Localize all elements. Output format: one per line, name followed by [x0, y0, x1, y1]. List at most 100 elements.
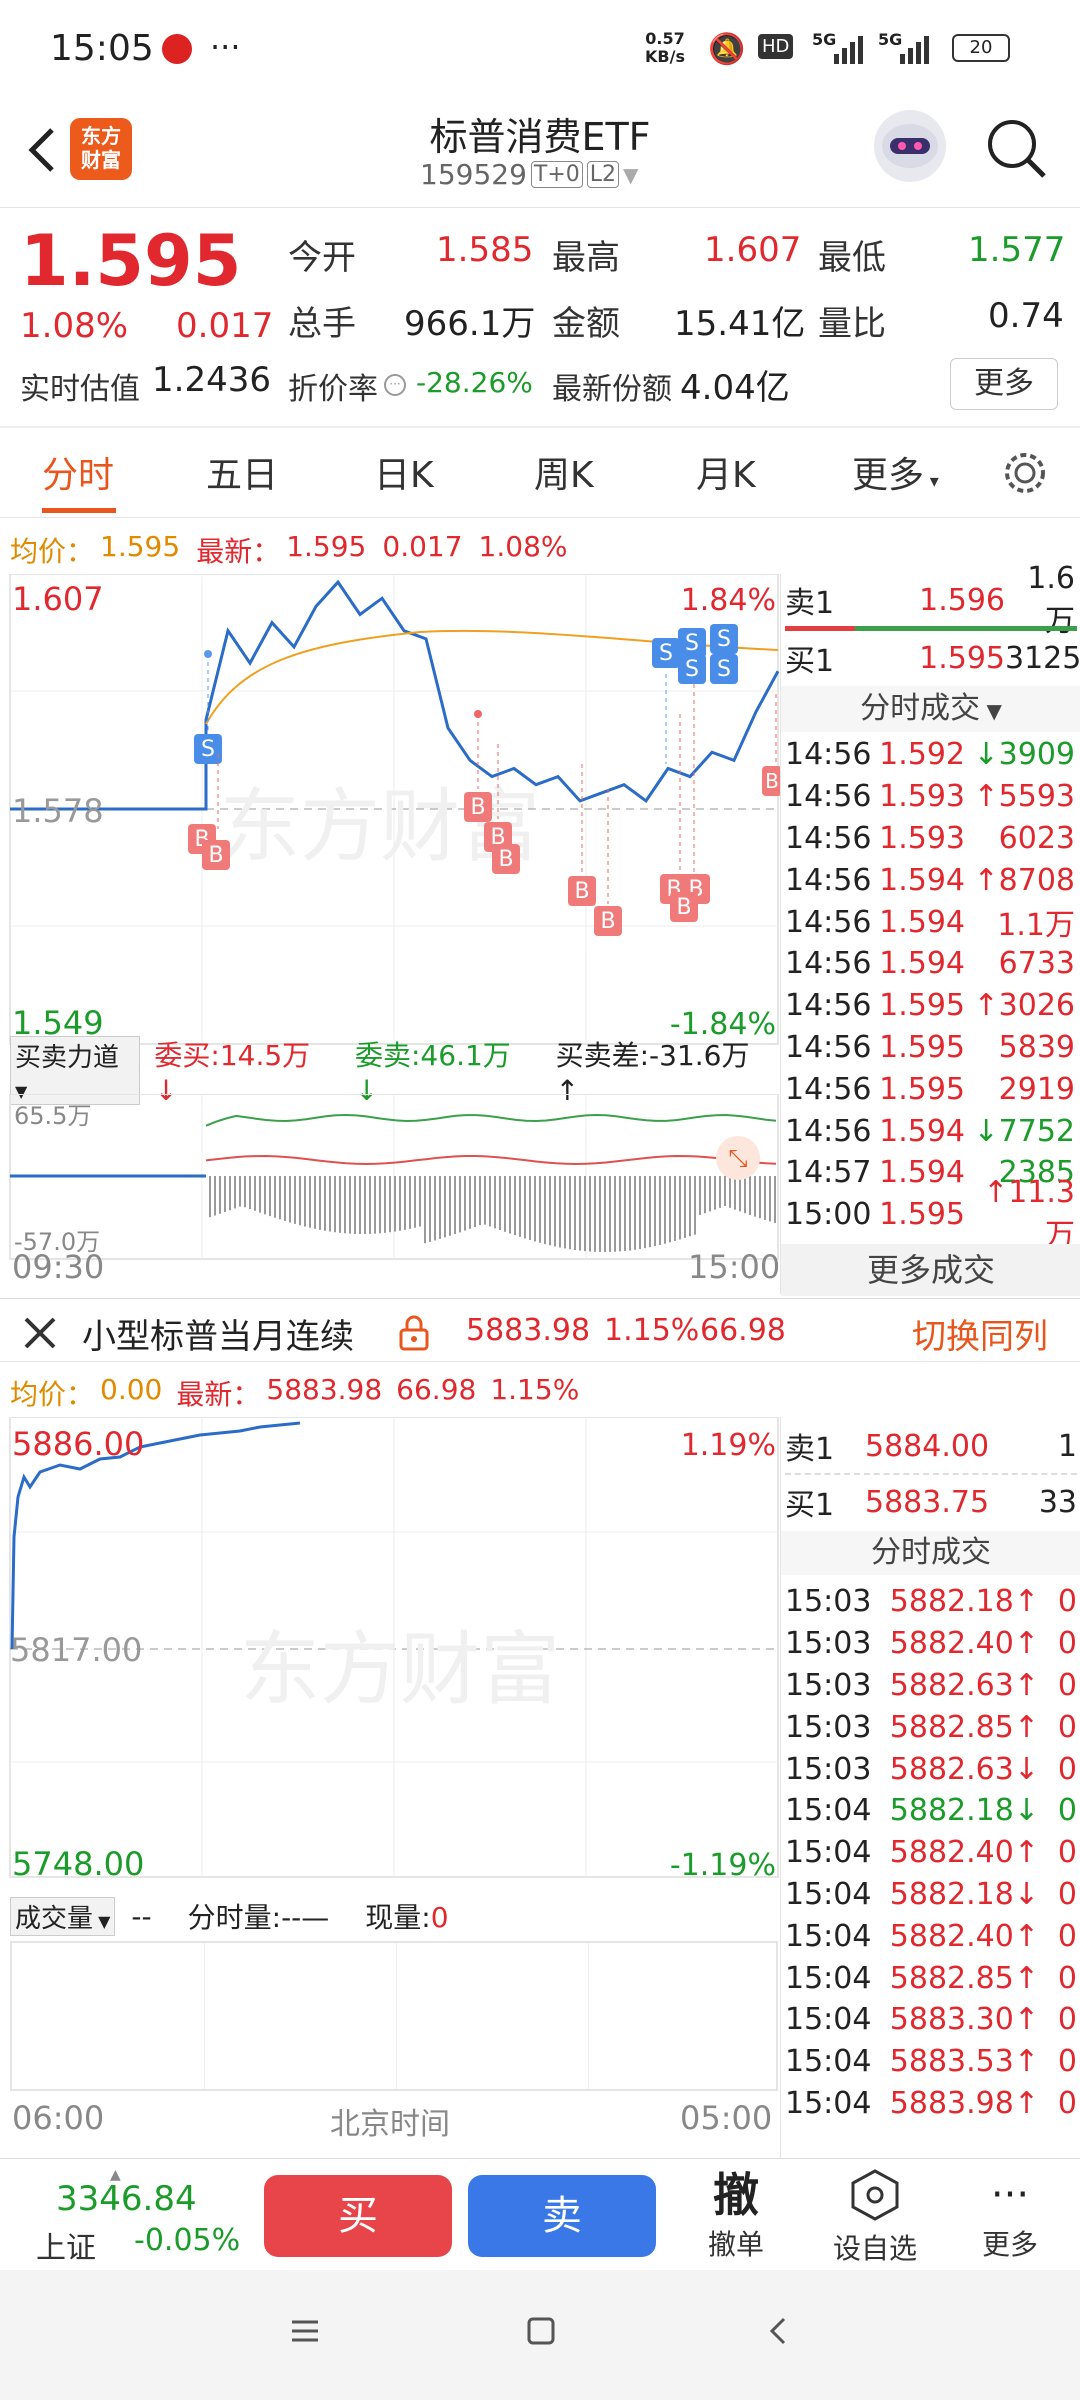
trade-price: 1.595 [879, 1029, 965, 1065]
trade-time: 14:56 [785, 946, 872, 982]
trade-row: 14:56 1.595 2919 [785, 1068, 1080, 1110]
trade-volume: 5839 [998, 1029, 1075, 1065]
pct-high-label: 1.84% [681, 583, 776, 618]
volume-dropdown-label: 成交量 [15, 1903, 94, 1934]
trade-row: 15:03 5882.85↑ 0 [785, 1706, 1080, 1748]
trade-row: 15:04 5883.30↑ 0 [785, 1999, 1080, 2041]
buy-button[interactable]: 买 [264, 2175, 452, 2257]
expand-icon: ⤡ [728, 1144, 747, 1172]
trade-row: 14:56 1.592 ↓3909 [785, 734, 1080, 776]
futures-name: 小型标普当月连续 [82, 1317, 354, 1357]
search-button[interactable] [982, 114, 1052, 184]
trade-row: 15:03 5882.40↑ 0 [785, 1623, 1080, 1665]
buy1-row[interactable]: 买1 1.595 3125 [785, 632, 1080, 684]
trade-price: 1.594 [879, 1155, 965, 1191]
trade-price: 5883.98↑ [889, 2085, 1039, 2121]
trade-price: 1.595 [879, 1197, 965, 1233]
trade-volume: 0 [1057, 2085, 1077, 2121]
back-icon [769, 2317, 786, 2345]
index-value: 3346.84 [56, 2179, 197, 2219]
trade-row: 14:56 1.593 6023 [785, 818, 1080, 860]
wei-sell-value: 委卖:46.1万 [355, 1038, 511, 1072]
lock-icon [398, 1315, 430, 1351]
trade-price: 1.594 [879, 862, 965, 898]
y-mid-label: 1.578 [12, 792, 104, 830]
tab-more-label: 更多 [852, 455, 925, 496]
china-merchants-icon [162, 34, 192, 64]
estimate-value: 1.2436 [152, 360, 271, 400]
cancel-order-button[interactable]: 撤 撤单 [686, 2167, 786, 2263]
more-quote-button[interactable]: 更多 [950, 358, 1058, 410]
index-ticker[interactable]: ▲ 3346.84 上证 -0.05% [30, 2167, 250, 2266]
net-speed: 0.57 KB/s [645, 30, 685, 66]
active-tab-underline [42, 508, 116, 513]
net-speed-unit: KB/s [645, 47, 685, 66]
last-change: 0.017 [382, 530, 463, 563]
trade-row: 14:56 1.595 ↑3026 [785, 985, 1080, 1027]
code-row[interactable]: 159529 T+0 L2 ▼ [420, 158, 638, 191]
back-nav-button[interactable] [764, 2316, 794, 2346]
switch-button[interactable]: 切换同列 [912, 1309, 1048, 1358]
trade-price: 1.594 [879, 946, 965, 982]
volume-dropdown[interactable]: 成交量 ▼ [10, 1896, 116, 1936]
trades-header[interactable]: 分时成交 ▼ [781, 686, 1080, 732]
cancel-label: 撤单 [707, 2228, 764, 2261]
futures-pct: 1.15% [604, 1313, 700, 1348]
search-icon [988, 120, 1046, 178]
stock-code: 159529 [420, 158, 527, 191]
svg-text:B: B [676, 895, 691, 920]
tab-monthly-k[interactable]: 月K [696, 446, 756, 498]
robot-icon [882, 124, 938, 168]
cancel-icon: 撤 [713, 2168, 759, 2222]
settings-button[interactable] [1000, 448, 1050, 498]
trade-price: 5882.18↓ [889, 1876, 1039, 1912]
trade-price: 5882.63↑ [889, 1667, 1039, 1703]
robot-avatar[interactable] [874, 110, 946, 182]
tab-fenshi[interactable]: 分时 [42, 446, 114, 498]
futures-section: 小型标普当月连续 5883.98 1.15% 66.98 切换同列 均价： 0.… [0, 1298, 1080, 2159]
fut-buy1-vol: 33 [1038, 1484, 1077, 1520]
fen-label: 分时量: [187, 1901, 282, 1934]
open-label: 今开 [288, 238, 356, 278]
fut-buy1-row[interactable]: 买1 5883.75 33 [785, 1479, 1077, 1525]
trade-row: 15:03 5882.63↑ 0 [785, 1665, 1080, 1707]
fut-volume-chart [10, 1941, 778, 2091]
trade-time: 15:04 [785, 1918, 872, 1954]
menu-nav-button[interactable] [290, 2316, 320, 2346]
fut-last-value: 5883.98 [266, 1373, 383, 1406]
add-watchlist-button[interactable]: 设自选 [820, 2167, 930, 2267]
trade-time: 15:04 [785, 2044, 872, 2080]
futures-price-chart[interactable]: 东方财富 5886.00 5817.00 5748.00 1.19% -1.19… [0, 1417, 780, 1885]
trade-price: 5882.63↓ [889, 1751, 1039, 1787]
dots-icon[interactable]: ··· [384, 374, 406, 396]
fut-sell1-row[interactable]: 卖1 5884.00 1 [785, 1423, 1077, 1469]
trade-time: 14:56 [785, 1071, 872, 1107]
now-value: 0 [430, 1901, 449, 1934]
more-actions-button[interactable]: ··· 更多 [960, 2167, 1060, 2263]
home-nav-button[interactable] [526, 2316, 556, 2346]
net-speed-value: 0.57 [645, 29, 685, 48]
close-button[interactable] [20, 1313, 60, 1353]
tab-more[interactable]: 更多 ▾ [852, 446, 939, 498]
trade-price: 1.593 [879, 820, 965, 856]
tab-5day[interactable]: 五日 [206, 446, 278, 498]
diff-value: 买卖差:-31.6万 [555, 1038, 750, 1072]
sell-button[interactable]: 卖 [468, 2175, 656, 2257]
trade-time: 15:04 [785, 1835, 872, 1871]
trade-time: 14:56 [785, 779, 872, 815]
buy1-price: 1.595 [919, 640, 1005, 676]
tab-daily-k[interactable]: 日K [374, 446, 434, 498]
fut-pct-low: -1.19% [670, 1848, 776, 1883]
trade-time: 15:04 [785, 2085, 872, 2121]
l2-badge: L2 [586, 161, 620, 188]
shares-value: 4.04亿 [680, 368, 790, 408]
fut-time-mid: 北京时间 [330, 2107, 450, 2142]
more-trades-button[interactable]: 更多成交 [781, 1244, 1080, 1296]
force-dropdown-label: 买卖力道 [15, 1042, 120, 1073]
sell1-row[interactable]: 卖1 1.596 1.6万 [785, 561, 1080, 639]
time-end: 15:00 [688, 1248, 781, 1286]
trade-volume: 0 [1057, 1918, 1077, 1954]
tab-weekly-k[interactable]: 周K [534, 446, 594, 498]
fut-last-chg: 66.98 [396, 1373, 477, 1406]
svg-text:B: B [765, 769, 779, 793]
